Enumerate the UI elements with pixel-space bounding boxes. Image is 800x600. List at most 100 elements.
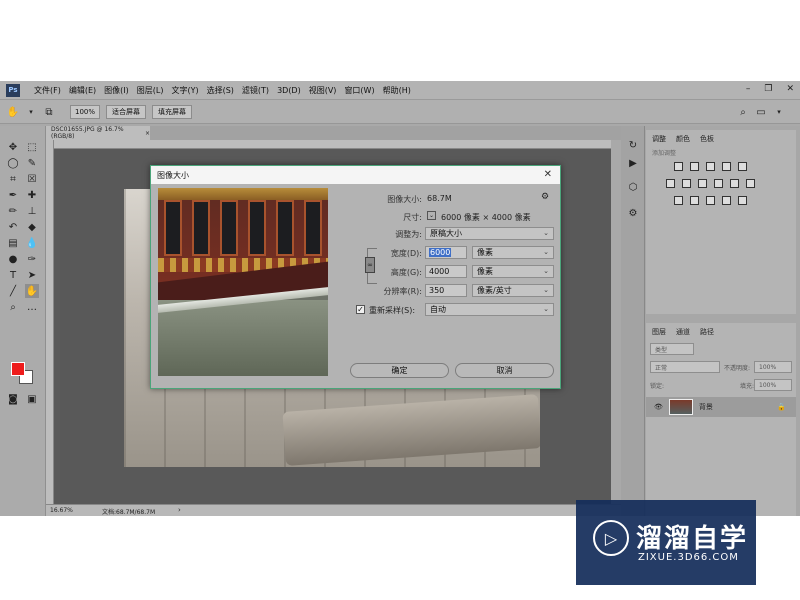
close-window-button[interactable]: ✕ <box>786 84 794 94</box>
type-tool-icon[interactable]: T <box>6 268 20 282</box>
chevron-down-icon[interactable]: ▾ <box>24 105 38 119</box>
menu-file[interactable]: 文件(F) <box>30 85 65 96</box>
menu-filter[interactable]: 滤镜(T) <box>238 85 273 96</box>
menu-edit[interactable]: 编辑(E) <box>65 85 100 96</box>
menu-select[interactable]: 选择(S) <box>203 85 238 96</box>
clone-stamp-tool-icon[interactable]: ⊥ <box>25 204 39 218</box>
zoom-tool-icon[interactable]: ⌕ <box>6 300 20 314</box>
tab-paths[interactable]: 路径 <box>700 327 714 337</box>
minimize-button[interactable]: – <box>746 84 751 94</box>
status-zoom[interactable]: 16.67% <box>50 507 73 514</box>
layer-row-background[interactable]: 👁 背景 🔒 <box>646 397 796 417</box>
frame-tool-icon[interactable]: ☒ <box>25 172 39 186</box>
opacity-field[interactable]: 100% <box>754 361 792 373</box>
actions-play-icon[interactable]: ▶ <box>626 156 640 170</box>
pen-tool-icon[interactable]: ✑ <box>25 252 39 266</box>
screen-mode-icon[interactable]: ▣ <box>25 392 39 406</box>
eyedropper-tool-icon[interactable]: ✒ <box>6 188 20 202</box>
settings-gear-icon[interactable]: ⚙ <box>541 192 549 202</box>
selective-color-adjust-icon[interactable] <box>738 196 747 205</box>
restore-button[interactable]: ❐ <box>764 84 772 94</box>
workspace-icon[interactable]: ▭ <box>754 105 768 119</box>
resolution-input[interactable]: 350 <box>425 284 467 297</box>
workspace-chevron-icon[interactable]: ▾ <box>772 105 786 119</box>
quick-mask-icon[interactable]: ◙ <box>6 392 20 406</box>
hue-adjust-icon[interactable] <box>666 179 675 188</box>
menu-3d[interactable]: 3D(D) <box>273 86 305 95</box>
blur-tool-icon[interactable]: 💧 <box>25 236 39 250</box>
threshold-adjust-icon[interactable] <box>706 196 715 205</box>
fit-screen-button[interactable]: 适合屏幕 <box>106 105 146 119</box>
curves-adjust-icon[interactable] <box>706 162 715 171</box>
constrain-proportions-link-icon[interactable]: ∞ <box>365 257 375 273</box>
move-tool-icon[interactable]: ✥ <box>6 140 20 154</box>
lasso-tool-icon[interactable]: ◯ <box>6 156 20 170</box>
width-input[interactable]: 6000 <box>425 246 467 259</box>
resample-select[interactable]: 自动 ⌄ <box>425 303 554 316</box>
color-balance-adjust-icon[interactable] <box>682 179 691 188</box>
posterize-adjust-icon[interactable] <box>690 196 699 205</box>
dodge-tool-icon[interactable]: ● <box>6 252 20 266</box>
color-lookup-adjust-icon[interactable] <box>746 179 755 188</box>
resample-checkbox[interactable]: ✓ <box>356 305 365 314</box>
path-select-tool-icon[interactable]: ➤ <box>25 268 39 282</box>
more-tools-icon[interactable]: … <box>25 300 39 314</box>
menu-window[interactable]: 窗口(W) <box>340 85 378 96</box>
line-tool-icon[interactable]: ╱ <box>6 284 20 298</box>
3d-panel-icon[interactable]: ⬡ <box>626 180 640 194</box>
crop-tool-icon[interactable]: ⌗ <box>6 172 20 186</box>
resolution-unit-select[interactable]: 像素/英寸 ⌄ <box>472 284 554 297</box>
hand-tool-icon[interactable]: ✋ <box>25 284 39 298</box>
menu-help[interactable]: 帮助(H) <box>379 85 415 96</box>
eraser-tool-icon[interactable]: ◆ <box>25 220 39 234</box>
close-tab-icon[interactable]: × <box>145 130 150 137</box>
document-tab[interactable]: DSC01655.JPG @ 16.7%(RGB/8) × <box>46 126 150 140</box>
channel-mixer-adjust-icon[interactable] <box>730 179 739 188</box>
height-unit-select[interactable]: 像素 ⌄ <box>472 265 554 278</box>
image-preview[interactable] <box>158 188 328 376</box>
invert-adjust-icon[interactable] <box>674 196 683 205</box>
status-arrow-icon[interactable]: › <box>178 506 181 514</box>
vibrance-adjust-icon[interactable] <box>738 162 747 171</box>
tab-color[interactable]: 颜色 <box>676 134 690 144</box>
history-brush-tool-icon[interactable]: ↶ <box>6 220 20 234</box>
zoom-100-button[interactable]: 100% <box>70 105 100 119</box>
cancel-button[interactable]: 取消 <box>455 363 554 378</box>
width-unit-select[interactable]: 像素 ⌄ <box>472 246 554 259</box>
levels-adjust-icon[interactable] <box>690 162 699 171</box>
artboard-tool-icon[interactable]: ⬚ <box>25 140 39 154</box>
tab-swatches[interactable]: 色板 <box>700 134 714 144</box>
tab-layers[interactable]: 图层 <box>652 327 666 337</box>
healing-brush-tool-icon[interactable]: ✚ <box>25 188 39 202</box>
brightness-adjust-icon[interactable] <box>674 162 683 171</box>
dimensions-chevron-icon[interactable]: ⌄ <box>427 211 436 220</box>
layer-filter-select[interactable]: 类型 <box>650 343 694 355</box>
fill-screen-button[interactable]: 填充屏幕 <box>152 105 192 119</box>
exposure-adjust-icon[interactable] <box>722 162 731 171</box>
gradient-map-adjust-icon[interactable] <box>722 196 731 205</box>
menu-image[interactable]: 图像(I) <box>100 85 133 96</box>
blend-mode-select[interactable]: 正常 <box>650 361 720 373</box>
menu-layer[interactable]: 图层(L) <box>133 85 168 96</box>
properties-panel-icon[interactable]: ⚙ <box>626 206 640 220</box>
foreground-color-swatch[interactable] <box>11 362 25 376</box>
history-panel-icon[interactable]: ↻ <box>626 138 640 152</box>
menu-type[interactable]: 文字(Y) <box>167 85 202 96</box>
fit-to-select[interactable]: 原稿大小 ⌄ <box>425 227 554 240</box>
hand-tool-icon[interactable]: ✋ <box>6 105 20 119</box>
ok-button[interactable]: 确定 <box>350 363 449 378</box>
tab-adjustments[interactable]: 调整 <box>652 134 666 144</box>
height-input[interactable]: 4000 <box>425 265 467 278</box>
search-icon[interactable]: ⌕ <box>736 105 750 119</box>
photo-filter-adjust-icon[interactable] <box>714 179 723 188</box>
quick-select-tool-icon[interactable]: ✎ <box>25 156 39 170</box>
dialog-close-button[interactable]: ✕ <box>544 169 552 180</box>
tab-channels[interactable]: 通道 <box>676 327 690 337</box>
menu-view[interactable]: 视图(V) <box>305 85 341 96</box>
gradient-tool-icon[interactable]: ▤ <box>6 236 20 250</box>
eye-icon[interactable]: 👁 <box>654 403 663 411</box>
bw-adjust-icon[interactable] <box>698 179 707 188</box>
brush-tool-icon[interactable]: ✏ <box>6 204 20 218</box>
fill-field[interactable]: 100% <box>754 379 792 391</box>
scroll-all-windows-icon[interactable]: ⧉ <box>42 105 56 119</box>
